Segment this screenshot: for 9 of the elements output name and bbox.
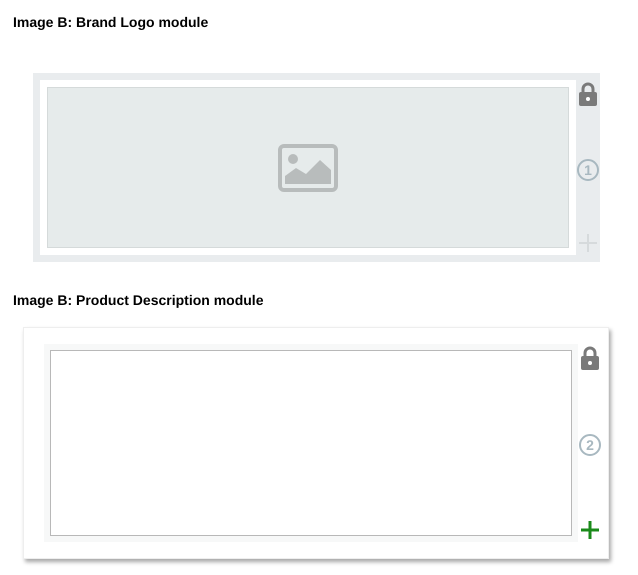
lock-icon[interactable] xyxy=(580,346,600,370)
position-number: 1 xyxy=(577,158,599,180)
position-number: 2 xyxy=(579,434,601,456)
lock-icon[interactable] xyxy=(578,82,598,106)
section-heading: Image B: Product Description module xyxy=(13,291,264,310)
add-icon[interactable] xyxy=(580,520,600,540)
text-field[interactable] xyxy=(50,350,572,536)
image-icon xyxy=(278,144,338,192)
section-heading: Image B: Brand Logo module xyxy=(13,13,208,32)
